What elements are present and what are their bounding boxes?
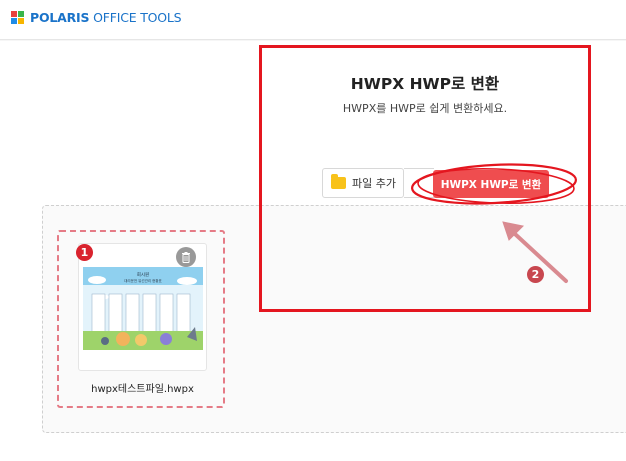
thumbnail-subtitle: 대리운전 유선관리 현황표 <box>124 279 162 283</box>
annotation-marker-1: 1 <box>76 244 93 261</box>
page-title: HWPX HWP로 변환 <box>350 75 500 93</box>
add-file-button[interactable]: 파일 추가 <box>322 168 404 198</box>
annotation-marker-2: 2 <box>527 266 544 283</box>
page-subtitle: HWPX를 HWP로 쉽게 변환하세요. <box>342 102 508 115</box>
polaris-logo-icon <box>11 11 24 24</box>
thumbnail-title: 회시원 <box>136 273 150 278</box>
folder-icon <box>331 174 346 189</box>
add-file-label: 파일 추가 <box>352 177 396 190</box>
button-divider <box>404 168 434 198</box>
brand-bold: POLARIS <box>30 10 90 25</box>
convert-button[interactable]: HWPX HWP로 변환 <box>433 170 549 198</box>
delete-file-button[interactable] <box>176 247 196 267</box>
file-name: hwpx테스트파일.hwpx <box>91 384 194 395</box>
brand-light: OFFICE TOOLS <box>89 10 182 25</box>
trash-icon <box>182 251 190 263</box>
app-header: POLARIS OFFICE TOOLS <box>0 0 626 40</box>
brand-logo-text[interactable]: POLARIS OFFICE TOOLS <box>30 10 182 25</box>
